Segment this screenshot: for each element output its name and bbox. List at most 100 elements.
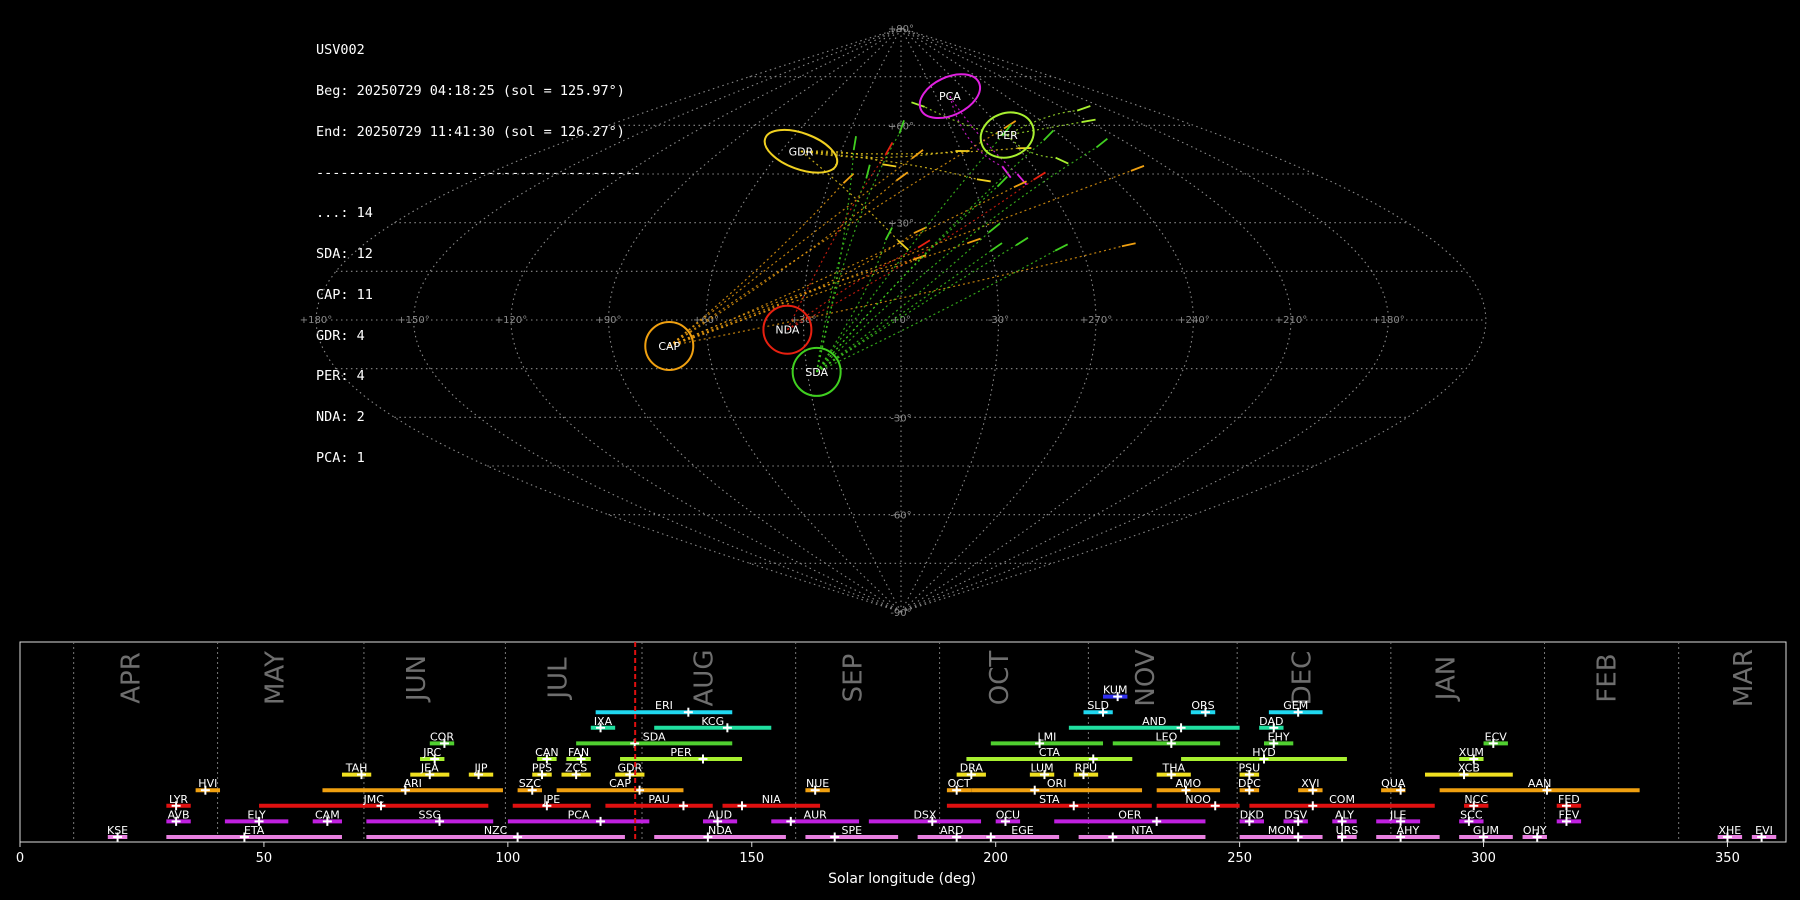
shower-avb: AVB (166, 808, 191, 826)
shower-label: PER (670, 746, 692, 759)
meteor-trail (816, 146, 1097, 373)
meteor-segment (1043, 129, 1055, 142)
shower-label: AMO (1176, 777, 1202, 790)
radiant-label: NDA (775, 324, 800, 337)
shower-nta: NTA (1078, 824, 1206, 842)
meteor-segment (913, 226, 928, 234)
meteor-segment (917, 239, 931, 249)
shower-oct: OCT (946, 777, 972, 795)
shower-tah: TAH (341, 762, 372, 780)
shower-label: XCB (1458, 762, 1480, 775)
meteor-trail (816, 135, 1003, 373)
shower-label: COM (1329, 793, 1355, 806)
shower-label: OER (1118, 808, 1142, 821)
month-label: MAY (260, 651, 290, 705)
shower-label: SDA (643, 730, 666, 743)
x-tick-label: 150 (739, 851, 764, 866)
x-tick-label: 100 (495, 851, 520, 866)
shower-xcb: XCB (1424, 762, 1513, 780)
shower-label: CAM (315, 808, 340, 821)
meteor-segment (990, 242, 1003, 252)
lat-tick-label: -60° (890, 511, 911, 522)
shower-label: JEA (420, 762, 439, 775)
shower-leo: LEO (1112, 730, 1221, 748)
shower-and: AND (1068, 715, 1240, 733)
shower-label: HVI (198, 777, 217, 790)
x-tick-label: 50 (256, 851, 273, 866)
shower-label: PAU (648, 793, 670, 806)
shower-label: JIP (473, 762, 487, 775)
shower-label: SPE (841, 824, 862, 837)
shower-label: DKD (1240, 808, 1264, 821)
lon-tick-label: -30° (988, 315, 1009, 326)
radiant-label: PCA (939, 90, 961, 103)
lon-tick-label: +0° (891, 315, 911, 326)
shower-urs: URS (1336, 824, 1358, 842)
shower-label: HYD (1252, 746, 1275, 759)
meteor-trail (816, 231, 990, 373)
lon-tick-label: +120° (495, 315, 527, 326)
meteor-segment (1054, 243, 1069, 252)
shower-label: DRA (960, 762, 984, 775)
shower-evi: EVI (1751, 824, 1777, 842)
shower-label: DAD (1259, 715, 1283, 728)
shower-label: NIA (762, 793, 781, 806)
shower-ari: ARI (322, 777, 503, 795)
shower-ege: EGE (985, 824, 1060, 842)
shower-jmc: JMC (259, 793, 489, 811)
shower-sda: SDA (576, 730, 733, 748)
shower-zcs: ZCS (561, 762, 591, 780)
shower-dkd: DKD (1239, 808, 1265, 826)
shower-label: XUM (1459, 746, 1484, 759)
month-label: FEB (1592, 653, 1622, 702)
shower-label: PCA (568, 808, 590, 821)
shower-kcg: KCG (654, 715, 772, 733)
lat-tick-label: -90° (890, 608, 911, 619)
radiant-label: CAP (658, 340, 680, 353)
x-tick-label: 200 (983, 851, 1008, 866)
shower-label: LMI (1037, 730, 1056, 743)
shower-noo: NOO (1156, 793, 1240, 811)
shower-label: AHY (1397, 824, 1420, 837)
radiant-label: PER (997, 129, 1019, 142)
meteor-segment (842, 172, 855, 184)
shower-label: COR (430, 730, 454, 743)
shower-label: IXA (594, 715, 613, 728)
shower-label: AND (1142, 715, 1166, 728)
shower-label: NZC (484, 824, 508, 837)
meteor-segment (865, 164, 871, 179)
radiant-marker-cap: CAP (644, 320, 695, 371)
shower-label: AUR (804, 808, 828, 821)
shower-label: ORI (1047, 777, 1067, 790)
shower-cam: CAM (312, 808, 342, 826)
shower-label: LYR (169, 793, 188, 806)
shower-label: ERI (655, 699, 673, 712)
meteor-segment (1121, 242, 1136, 248)
lon-tick-label: +180° (1372, 315, 1404, 326)
shower-label: FAN (568, 746, 589, 759)
meteor-segment (1076, 105, 1091, 112)
shower-mon: MON (1239, 824, 1323, 842)
meteor-segment (1081, 118, 1096, 123)
shower-szc: SZC (517, 777, 542, 795)
shower-label: ARD (940, 824, 964, 837)
meteor-trail (816, 250, 1056, 373)
shower-jip: JIP (468, 762, 494, 780)
shower-label: XVI (1301, 777, 1319, 790)
shower-label: KSE (107, 824, 128, 837)
shower-label: ZCS (565, 762, 587, 775)
month-label: NOV (1131, 649, 1161, 706)
meteor-segment (1095, 138, 1108, 149)
meteor-segment (976, 178, 991, 183)
shower-label: ELY (247, 808, 266, 821)
shower-oer: OER (1054, 808, 1206, 826)
meteor-trail (800, 150, 956, 159)
month-label: SEP (839, 654, 869, 703)
radiant-marker-nda: NDA (762, 304, 813, 355)
shower-label: TAH (345, 762, 368, 775)
shower-kse: KSE (107, 824, 128, 842)
shower-pca: PCA (507, 808, 650, 826)
radiant-marker-sda: SDA (791, 346, 842, 397)
month-label: APR (117, 652, 147, 704)
meteor-segment (1130, 165, 1145, 172)
